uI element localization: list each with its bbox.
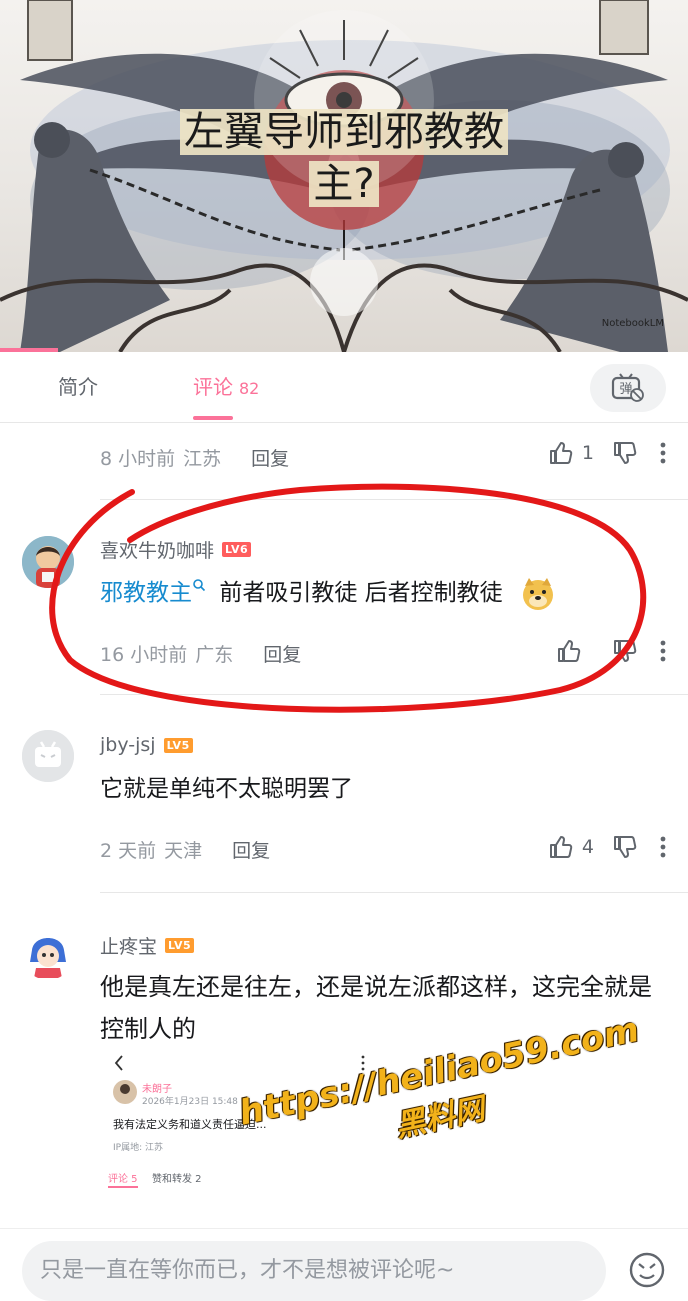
level-badge: LV5 — [165, 938, 195, 953]
comment-username[interactable]: jby-jsj LV5 — [100, 734, 193, 756]
comment-username[interactable]: 止疼宝 LV5 — [100, 932, 195, 959]
comment-meta: 16 小时前 广东 回复 — [100, 640, 301, 667]
dislike-button[interactable] — [612, 638, 638, 664]
tab-intro-label: 简介 — [58, 375, 98, 399]
hashtag-link[interactable]: 邪教教主 — [100, 579, 206, 606]
tab-comments-label: 评论 — [193, 375, 233, 399]
comment-meta: 2 天前 天津 回复 — [100, 836, 270, 863]
danmaku-toggle-button[interactable]: 弹 — [590, 364, 666, 412]
comment-input[interactable]: 只是一直在等你而已，才不是想被评论呢~ — [22, 1241, 606, 1301]
screenshot-tab-likes: 赞和转发 2 — [152, 1174, 202, 1185]
like-button[interactable]: 4 — [548, 834, 594, 860]
screenshot-tab-comments: 评论 5 — [108, 1174, 138, 1185]
username-text: 喜欢牛奶咖啡 — [100, 540, 215, 562]
avatar-image — [22, 928, 74, 980]
comment-time: 2 天前 — [100, 840, 157, 862]
reply-button[interactable]: 回复 — [263, 640, 301, 667]
comment-divider — [100, 892, 688, 893]
comment-time: 16 小时前 — [100, 644, 188, 666]
dislike-button[interactable] — [612, 834, 638, 860]
comment-body: 前者吸引教徒 后者控制教徒 — [219, 580, 503, 606]
comment-divider — [100, 694, 688, 695]
comment-actions: 1 — [530, 440, 666, 466]
tab-comments-count: 82 — [239, 379, 260, 398]
screenshot-tab-underline — [108, 1186, 138, 1188]
video-title-line1: 左翼导师到邪教教 — [180, 109, 508, 155]
video-title: 左翼导师到邪教教 主? — [0, 106, 688, 210]
doge-emoji-icon — [522, 577, 553, 610]
reply-button[interactable]: 回复 — [232, 836, 270, 863]
search-icon — [193, 579, 206, 592]
level-badge: LV5 — [163, 737, 193, 753]
more-vertical-icon — [660, 442, 666, 464]
username-text: jby-jsj — [100, 734, 156, 756]
comment-actions: 4 — [530, 834, 666, 860]
comment-text: 它就是单纯不太聪明罢了 — [100, 770, 652, 808]
thumbs-up-icon — [558, 640, 581, 662]
thumbs-down-icon — [614, 836, 637, 858]
comment-time: 8 小时前 — [100, 448, 176, 470]
like-button[interactable] — [556, 638, 582, 664]
like-count: 4 — [581, 836, 594, 858]
dislike-button[interactable] — [612, 440, 638, 466]
avatar-image — [22, 536, 74, 588]
level-badge: LV6 — [222, 542, 252, 557]
tab-bar: 简介 评论 82 弹 — [0, 352, 688, 423]
comment-location: 江苏 — [183, 448, 222, 470]
comment-location: 广东 — [195, 644, 234, 666]
danmaku-icon: 弹 — [611, 373, 644, 402]
username-text: 止疼宝 — [100, 936, 158, 958]
comment-username[interactable]: 喜欢牛奶咖啡 LV6 — [100, 536, 252, 563]
video-player[interactable]: 左翼导师到邪教教 主? NotebookLM — [0, 0, 688, 352]
avatar[interactable] — [22, 730, 74, 782]
more-vertical-icon — [660, 836, 666, 858]
notebooklm-watermark: NotebookLM — [601, 318, 664, 329]
screenshot-ip: IP属地: 江苏 — [113, 1143, 163, 1153]
hashtag-text: 邪教教主 — [100, 580, 192, 606]
comment-text: 邪教教主 前者吸引教徒 后者控制教徒 — [100, 574, 652, 612]
avatar[interactable] — [22, 928, 74, 980]
tab-comments[interactable]: 评论 82 — [193, 352, 259, 422]
more-button[interactable] — [660, 836, 666, 858]
more-button[interactable] — [660, 640, 666, 662]
video-title-line2: 主? — [309, 161, 379, 207]
comment-actions — [538, 638, 666, 664]
avatar[interactable] — [22, 536, 74, 588]
comment-input-bar: 只是一直在等你而已，才不是想被评论呢~ — [0, 1228, 688, 1301]
emoji-icon[interactable] — [628, 1251, 666, 1289]
thumbs-up-icon — [549, 442, 573, 464]
tab-active-indicator — [193, 416, 233, 420]
more-vertical-icon — [660, 640, 666, 662]
thumbs-down-icon — [614, 640, 637, 662]
like-button[interactable]: 1 — [548, 440, 594, 466]
screenshot-avatar — [113, 1080, 137, 1104]
comment-divider — [100, 499, 688, 500]
screenshot-header — [114, 1055, 365, 1071]
comment-location: 天津 — [164, 840, 203, 862]
default-avatar-icon — [22, 730, 74, 782]
more-button[interactable] — [660, 442, 666, 464]
tab-intro[interactable]: 简介 — [58, 352, 98, 422]
thumbs-up-icon — [549, 836, 573, 858]
comment-meta: 8 小时前 江苏 回复 — [100, 444, 289, 471]
comment-input-placeholder: 只是一直在等你而已，才不是想被评论呢~ — [40, 1258, 455, 1283]
screenshot-date: 2026年1月23日 15:48 — [142, 1097, 238, 1107]
thumbs-down-icon — [614, 442, 637, 464]
reply-button[interactable]: 回复 — [251, 444, 289, 471]
comment-body: 它就是单纯不太聪明罢了 — [100, 776, 353, 802]
like-count: 1 — [581, 442, 594, 464]
screenshot-username: 未朗子 — [142, 1084, 172, 1095]
